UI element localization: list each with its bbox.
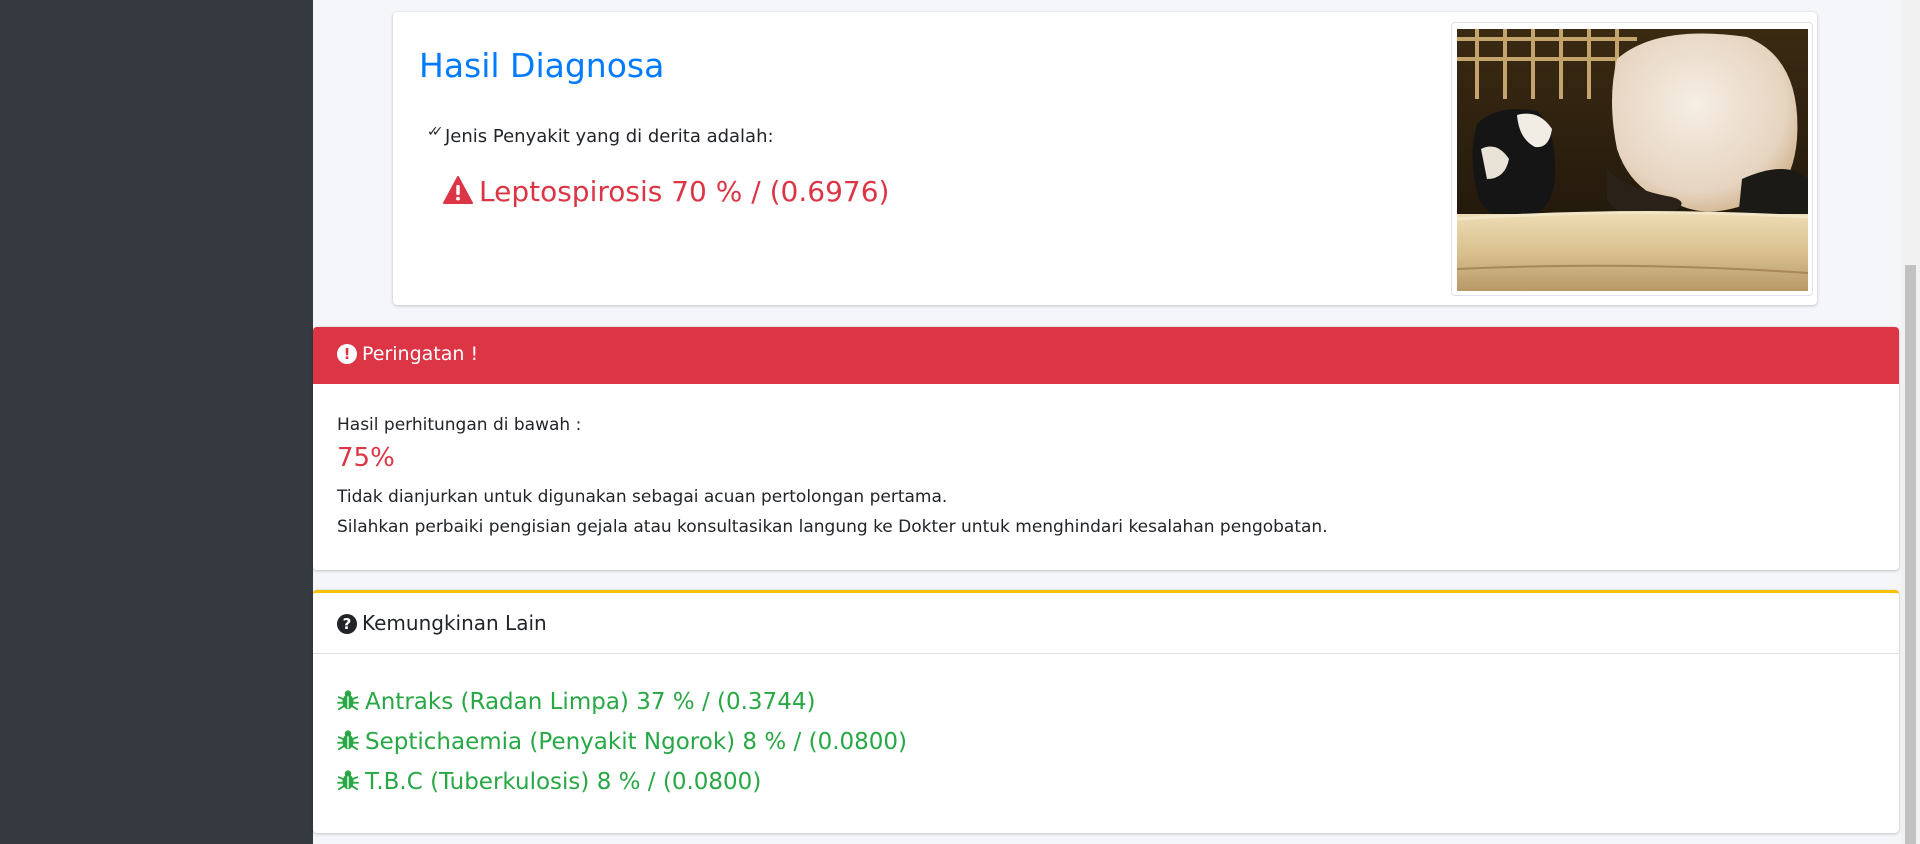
calculation-value: 75% — [337, 443, 395, 473]
bug-icon — [337, 770, 359, 791]
diagnosed-disease-text: Leptospirosis 70 % / (0.6976) — [479, 175, 890, 208]
warning-header: ! Peringatan ! — [313, 327, 1899, 384]
list-item: Septichaemia (Penyakit Ngorok) 8 % / (0.… — [337, 729, 907, 755]
list-item: Antraks (Radan Limpa) 37 % / (0.3744) — [337, 689, 815, 715]
double-check-icon: ✓✓ — [427, 124, 444, 140]
question-circle-icon: ? — [337, 614, 357, 634]
page-scrollbar[interactable] — [1901, 0, 1920, 844]
scrollbar-thumb[interactable] — [1905, 265, 1916, 844]
warning-text-line2: Silahkan perbaiki pengisian gejala atau … — [337, 517, 1328, 537]
warning-title-text: Peringatan ! — [362, 343, 479, 365]
possibility-text: Antraks (Radan Limpa) 37 % / (0.3744) — [365, 689, 816, 715]
diagnosis-result-card: Hasil Diagnosa ✓✓ Jenis Penyakit yang di… — [393, 12, 1817, 305]
bug-icon — [337, 690, 359, 711]
other-possibilities-card: ? Kemungkinan Lain Antraks (Radan Limpa) … — [313, 590, 1899, 833]
calculation-label: Hasil perhitungan di bawah : — [337, 415, 582, 435]
result-subtitle: ✓✓ Jenis Penyakit yang di derita adalah: — [427, 124, 774, 147]
possibility-text: Septichaemia (Penyakit Ngorok) 8 % / (0.… — [365, 729, 908, 755]
warning-text-line1: Tidak dianjurkan untuk digunakan sebagai… — [337, 487, 948, 507]
disease-photo — [1457, 29, 1808, 291]
page-title: Hasil Diagnosa — [419, 46, 665, 85]
disease-image-frame — [1451, 22, 1813, 296]
possibility-text: T.B.C (Tuberkulosis) 8 % / (0.0800) — [365, 769, 762, 795]
exclamation-triangle-icon — [443, 176, 473, 204]
exclamation-circle-icon: ! — [337, 344, 357, 364]
result-subtitle-text: Jenis Penyakit yang di derita adalah: — [445, 126, 774, 147]
other-possibilities-header: ? Kemungkinan Lain — [313, 593, 1899, 654]
diagnosed-disease: Leptospirosis 70 % / (0.6976) — [443, 175, 889, 208]
warning-title: ! Peringatan ! — [337, 343, 478, 365]
bug-icon — [337, 730, 359, 751]
other-possibilities-title: ? Kemungkinan Lain — [337, 611, 547, 635]
other-possibilities-title-text: Kemungkinan Lain — [362, 611, 547, 635]
sidebar — [0, 0, 313, 844]
warning-card: ! Peringatan ! Hasil perhitungan di bawah… — [313, 327, 1899, 570]
list-item: T.B.C (Tuberkulosis) 8 % / (0.0800) — [337, 769, 761, 795]
